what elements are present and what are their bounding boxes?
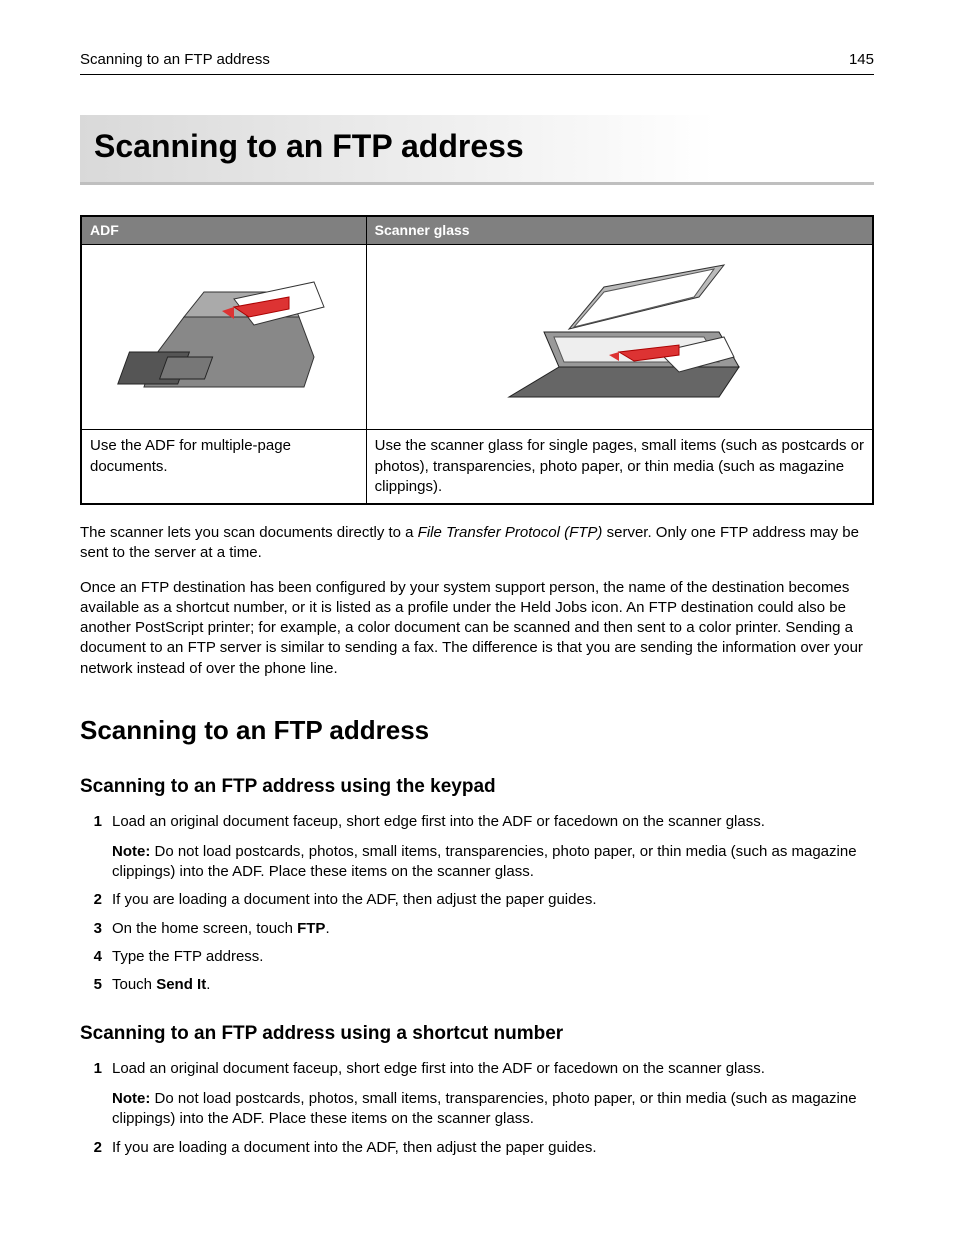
keypad-steps: 1 Load an original document faceup, shor… xyxy=(80,812,874,996)
scanner-glass-icon xyxy=(469,257,769,417)
list-item: 3 On the home screen, touch FTP. xyxy=(80,919,874,939)
subsection-keypad-title: Scanning to an FTP address using the key… xyxy=(80,774,874,800)
list-item: 1 Load an original document faceup, shor… xyxy=(80,812,874,883)
scanner-glass-illustration-cell xyxy=(366,245,873,430)
shortcut-steps: 1 Load an original document faceup, shor… xyxy=(80,1059,874,1158)
note: Note: Do not load postcards, photos, sma… xyxy=(112,842,874,883)
header-left: Scanning to an FTP address xyxy=(80,50,270,70)
intro-paragraph-2: Once an FTP destination has been configu… xyxy=(80,578,874,679)
note: Note: Do not load postcards, photos, sma… xyxy=(112,1089,874,1130)
subsection-shortcut-title: Scanning to an FTP address using a short… xyxy=(80,1021,874,1047)
list-item: 5 Touch Send It. xyxy=(80,975,874,995)
list-item: 1 Load an original document faceup, shor… xyxy=(80,1059,874,1130)
adf-caption: Use the ADF for multiple‑page documents. xyxy=(81,430,366,504)
table-header-adf: ADF xyxy=(81,216,366,244)
list-item: 2 If you are loading a document into the… xyxy=(80,1138,874,1158)
header-page-number: 145 xyxy=(849,50,874,70)
list-item: 2 If you are loading a document into the… xyxy=(80,890,874,910)
adf-scanner-table: ADF Scanner glass xyxy=(80,215,874,505)
page-header: Scanning to an FTP address 145 xyxy=(80,50,874,75)
adf-illustration-cell xyxy=(81,245,366,430)
list-item: 4 Type the FTP address. xyxy=(80,947,874,967)
chapter-title: Scanning to an FTP address xyxy=(80,115,874,185)
section-title: Scanning to an FTP address xyxy=(80,713,874,748)
scanner-glass-caption: Use the scanner glass for single pages, … xyxy=(366,430,873,504)
intro-paragraph-1: The scanner lets you scan documents dire… xyxy=(80,523,874,564)
table-header-scanner-glass: Scanner glass xyxy=(366,216,873,244)
adf-printer-icon xyxy=(114,257,334,407)
